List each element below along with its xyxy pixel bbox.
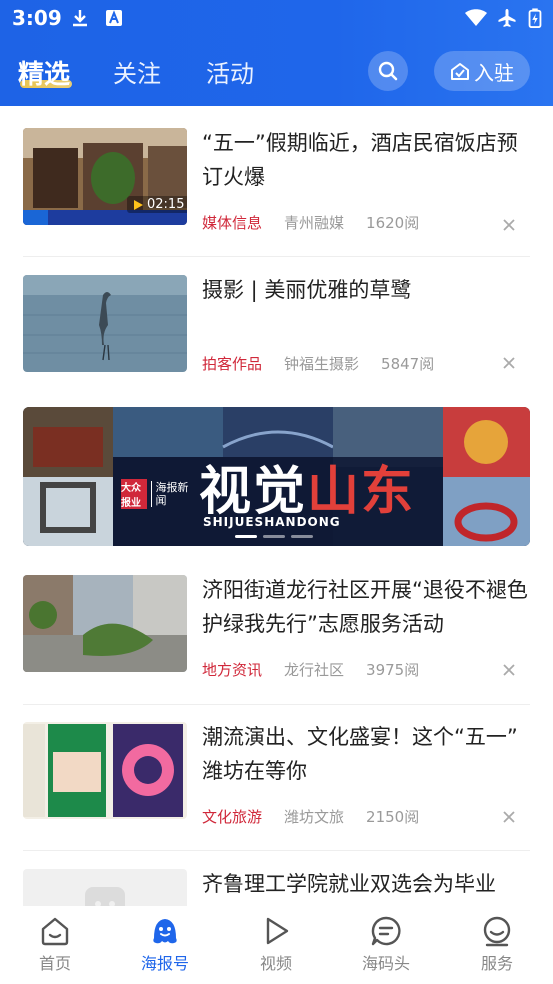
smile-icon [483,916,511,947]
house-check-icon [451,63,469,80]
nav-haimatou[interactable]: 海码头 [346,914,426,974]
promo-banner[interactable]: 大众报业 海报新闻 视觉山东 SHIJUESHANDONG [23,407,530,546]
news-reads: 3975阅 [366,661,420,679]
join-button[interactable]: 入驻 [434,51,530,91]
status-bar: 3:09 [0,0,553,38]
carousel-dots [235,535,313,538]
dismiss-icon[interactable] [501,809,517,825]
news-thumbnail: 02:15 [23,128,187,225]
news-card[interactable]: 02:15 “五一”假期临近，酒店民宿饭店预订火爆 媒体信息 青州融媒 1620阅 [23,128,530,238]
news-card[interactable]: 摄影 | 美丽优雅的草鹭 拍客作品 钟福生摄影 5847阅 [23,275,530,385]
join-label: 入驻 [474,60,514,85]
banner-title: 视觉山东 [199,461,416,522]
news-title[interactable]: 齐鲁理工学院就业双选会为毕业 [202,867,532,901]
app-screen: 3:09 精选 关注 活动 入驻 02:15 “五一”假期临近，酒店民宿饭店预订… [0,0,553,984]
news-category[interactable]: 地方资讯 [202,661,262,679]
dismiss-icon[interactable] [501,355,517,371]
divider [23,256,530,257]
news-thumbnail [23,575,187,672]
status-time: 3:09 [12,6,62,30]
news-card[interactable]: 潮流演出、文化盛宴！这个“五一” 潍坊在等你 文化旅游 潍坊文旅 2150阅 [23,722,530,832]
news-reads: 1620阅 [366,214,420,232]
news-thumbnail-placeholder [23,869,187,906]
tab-featured[interactable]: 精选 [18,54,70,91]
mascot-icon [153,919,177,944]
news-category[interactable]: 拍客作品 [202,355,262,373]
banner-subtitle: SHIJUESHANDONG [203,515,341,529]
news-source[interactable]: 龙行社区 [284,661,344,679]
chat-icon [371,916,401,946]
dismiss-icon[interactable] [501,217,517,233]
app-notification-icon [106,10,122,26]
video-duration-badge: 02:15 [127,196,187,213]
divider [23,850,530,851]
download-icon [73,10,87,27]
news-card[interactable]: 济阳街道龙行社区开展“退役不褪色 护绿我先行”志愿服务活动 地方资讯 龙行社区 39… [23,575,530,685]
news-title[interactable]: 潮流演出、文化盛宴！这个“五一” 潍坊在等你 [202,720,532,788]
news-feed[interactable]: 02:15 “五一”假期临近，酒店民宿饭店预订火爆 媒体信息 青州融媒 1620阅 [0,106,553,906]
news-title[interactable]: 济阳街道龙行社区开展“退役不褪色 护绿我先行”志愿服务活动 [202,573,532,641]
news-thumbnail [23,275,187,372]
news-title[interactable]: “五一”假期临近，酒店民宿饭店预订火爆 [202,126,532,194]
news-thumbnail [23,722,187,819]
dismiss-icon[interactable] [501,662,517,678]
nav-home[interactable]: 首页 [15,914,95,974]
news-source[interactable]: 潍坊文旅 [284,808,344,826]
news-card[interactable]: 齐鲁理工学院就业双选会为毕业 [23,869,530,906]
bottom-navigation: 首页 海报号 视频 海码头 服务 [0,906,553,984]
banner-logo: 大众报业 海报新闻 [121,475,193,513]
news-meta: 媒体信息 青州融媒 1620阅 [202,212,419,233]
home-icon [41,917,69,946]
battery-charging-icon [528,8,542,28]
news-meta: 地方资讯 龙行社区 3975阅 [202,659,419,680]
news-meta: 文化旅游 潍坊文旅 2150阅 [202,806,419,827]
news-reads: 2150阅 [366,808,420,826]
wifi-icon [465,9,487,26]
news-meta: 拍客作品 钟福生摄影 5847阅 [202,353,434,374]
nav-video[interactable]: 视频 [236,914,316,974]
tab-following[interactable]: 关注 [113,54,161,89]
search-button[interactable] [368,51,408,91]
news-reads: 5847阅 [381,355,435,373]
search-icon [378,61,398,81]
news-category[interactable]: 文化旅游 [202,808,262,826]
news-source[interactable]: 钟福生摄影 [284,355,359,373]
nav-service[interactable]: 服务 [457,914,537,974]
play-icon [266,917,289,945]
tab-events[interactable]: 活动 [206,54,254,89]
play-triangle-icon [134,199,143,210]
news-title[interactable]: 摄影 | 美丽优雅的草鹭 [202,273,532,307]
divider [23,704,530,705]
nav-haibaohao[interactable]: 海报号 [125,914,205,974]
news-source[interactable]: 青州融媒 [284,214,344,232]
header: 3:09 精选 关注 活动 入驻 [0,0,553,106]
news-category[interactable]: 媒体信息 [202,214,262,232]
airplane-mode-icon [498,9,516,27]
